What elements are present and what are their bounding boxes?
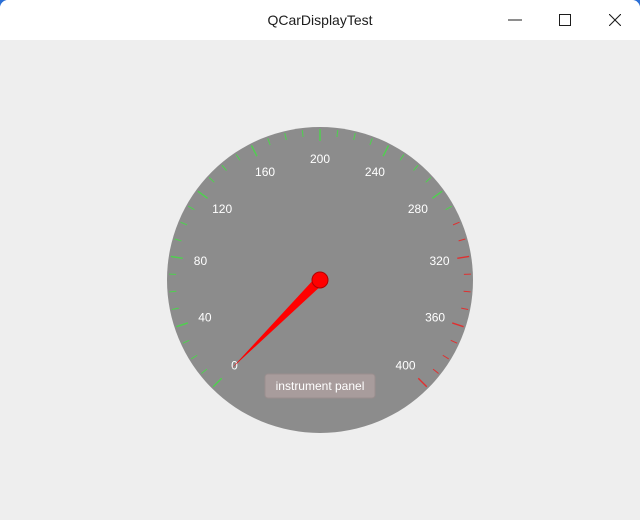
gauge-tick: [169, 290, 177, 293]
close-icon: [609, 14, 621, 26]
gauge-tick-label: 320: [429, 254, 449, 268]
minimize-icon: [508, 13, 522, 27]
minimize-button[interactable]: [490, 0, 540, 40]
gauge-tick-label: 400: [396, 359, 416, 373]
gauge-tick: [463, 290, 471, 293]
gauge-tick-label: 80: [194, 254, 208, 268]
client-area: 04080120160200240280320360400 instrument…: [0, 40, 640, 520]
gauge-tick-label: 40: [198, 310, 212, 324]
needle-hub: [311, 271, 329, 289]
instrument-panel-label-box: instrument panel: [264, 373, 376, 399]
maximize-button[interactable]: [540, 0, 590, 40]
title-bar[interactable]: QCarDisplayTest: [0, 0, 640, 40]
maximize-icon: [559, 14, 571, 26]
gauge-tick-label: 240: [365, 165, 385, 179]
app-window: QCarDisplayTest 040801201602002402803203…: [0, 0, 640, 520]
gauge-tick-label: 360: [425, 310, 445, 324]
gauge-tick-label: 120: [212, 202, 232, 216]
close-button[interactable]: [590, 0, 640, 40]
gauge-tick-label: 200: [310, 152, 330, 166]
gauge-tick-label: 160: [255, 165, 275, 179]
speedometer-gauge: 04080120160200240280320360400 instrument…: [167, 127, 473, 433]
instrument-panel-label: instrument panel: [276, 379, 365, 393]
gauge-tick-label: 280: [408, 202, 428, 216]
